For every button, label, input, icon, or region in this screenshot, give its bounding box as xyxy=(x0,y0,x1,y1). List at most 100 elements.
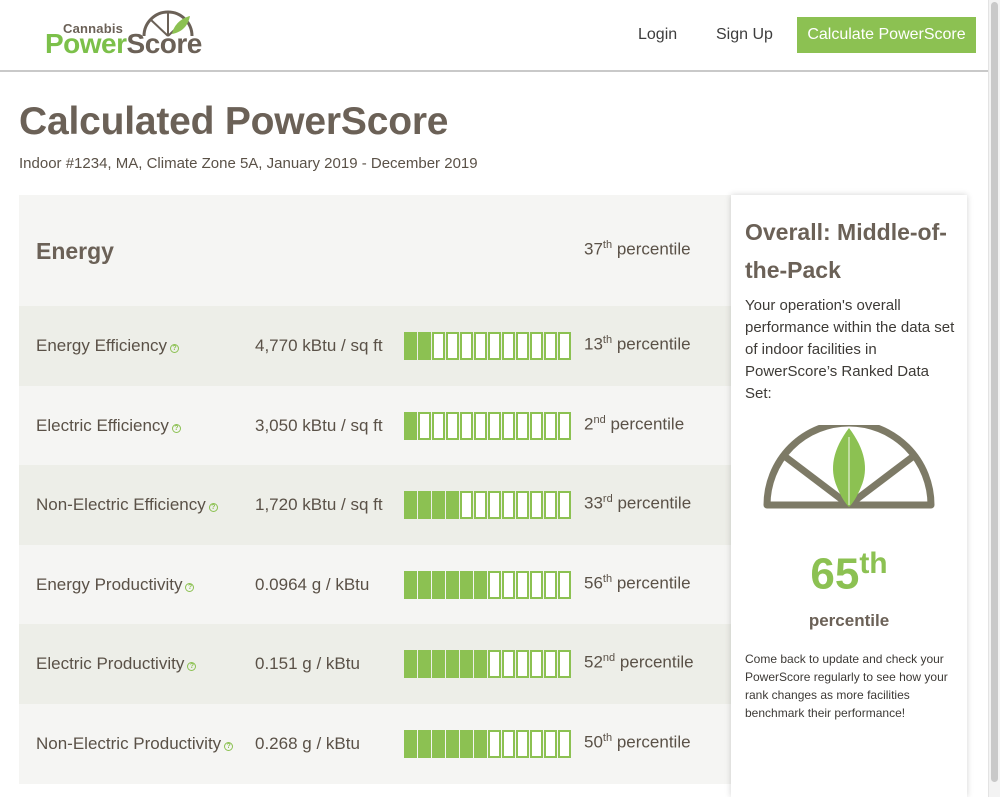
meter-cell xyxy=(418,332,431,360)
meter-cell xyxy=(516,332,529,360)
metric-label: Electric Efficiency? xyxy=(36,416,181,436)
metric-label-text: Energy Efficiency xyxy=(36,336,168,355)
meter-cell xyxy=(530,650,543,678)
help-icon[interactable]: ? xyxy=(187,662,197,671)
meter-cell xyxy=(530,412,543,440)
metric-label-text: Electric Productivity xyxy=(36,654,185,673)
energy-header-row: Energy 37th percentile xyxy=(19,195,731,306)
meter-cell xyxy=(404,332,417,360)
meter-cell xyxy=(446,650,459,678)
meter-cell xyxy=(558,412,571,440)
page-scrollbar[interactable] xyxy=(988,0,1000,797)
meter-cell xyxy=(446,730,459,758)
meter-cell xyxy=(544,491,557,519)
meter-cell xyxy=(404,491,417,519)
meter-cell xyxy=(432,491,445,519)
metric-value: 0.0964 g / kBtu xyxy=(255,575,370,594)
meter-cell xyxy=(460,650,473,678)
meter-cell xyxy=(404,730,417,758)
logo-powerscore-text: PowerScore xyxy=(45,28,202,59)
energy-percentile: 37th percentile xyxy=(584,239,691,259)
meter-cell xyxy=(488,650,501,678)
meter-cell xyxy=(558,491,571,519)
meter-cell xyxy=(558,730,571,758)
signup-link[interactable]: Sign Up xyxy=(716,26,773,44)
overall-footer-text: Come back to update and check your Power… xyxy=(745,652,948,720)
percentile-meter xyxy=(404,730,572,758)
calculate-powerscore-button[interactable]: Calculate PowerScore xyxy=(797,17,976,53)
percentile-meter xyxy=(404,491,572,519)
percentile-meter xyxy=(404,650,572,678)
metric-percentile: 2nd percentile xyxy=(584,414,685,434)
meter-cell xyxy=(460,730,473,758)
meter-cell xyxy=(488,730,501,758)
meter-cell xyxy=(544,412,557,440)
meter-cell xyxy=(488,571,501,599)
meter-cell xyxy=(404,571,417,599)
meter-cell xyxy=(418,571,431,599)
meter-cell xyxy=(474,412,487,440)
energy-section-title: Energy xyxy=(36,238,114,264)
meter-cell xyxy=(502,730,515,758)
meter-cell xyxy=(418,412,431,440)
meter-cell xyxy=(502,650,515,678)
metric-label-text: Energy Productivity xyxy=(36,575,183,594)
meter-cell xyxy=(502,571,515,599)
meter-cell xyxy=(460,571,473,599)
page-title: Calculated PowerScore xyxy=(19,100,449,143)
meter-cell xyxy=(530,332,543,360)
metric-label-text: Electric Efficiency xyxy=(36,416,169,435)
meter-cell xyxy=(488,332,501,360)
meter-cell xyxy=(474,571,487,599)
overall-score: 65th xyxy=(810,547,888,599)
meter-cell xyxy=(432,412,445,440)
metric-label: Non-Electric Efficiency? xyxy=(36,495,218,515)
meter-cell xyxy=(446,491,459,519)
overall-score-card: Overall: Middle-of-the-Pack Your operati… xyxy=(731,195,967,797)
metric-value: 0.151 g / kBtu xyxy=(255,654,360,673)
help-icon[interactable]: ? xyxy=(224,742,234,751)
help-icon[interactable]: ? xyxy=(171,424,181,433)
help-icon[interactable]: ? xyxy=(170,344,180,353)
metric-value: 0.268 g / kBtu xyxy=(255,734,360,753)
metric-row: Energy Productivity? 0.0964 g / kBtu 56th … xyxy=(19,545,731,625)
help-icon[interactable]: ? xyxy=(208,503,218,512)
help-icon[interactable]: ? xyxy=(185,583,195,592)
overall-score-label: percentile xyxy=(808,611,890,630)
meter-cell xyxy=(516,491,529,519)
metric-label-text: Non-Electric Efficiency xyxy=(36,495,206,514)
meter-cell xyxy=(488,412,501,440)
meter-cell xyxy=(404,412,417,440)
meter-cell xyxy=(432,730,445,758)
meter-cell xyxy=(544,650,557,678)
meter-cell xyxy=(544,571,557,599)
meter-cell xyxy=(460,491,473,519)
percentile-meter xyxy=(404,332,572,360)
metric-row: Electric Productivity? 0.151 g / kBtu 52nd… xyxy=(19,624,731,704)
percentile-meter xyxy=(404,412,572,440)
metric-value: 1,720 kBtu / sq ft xyxy=(255,495,383,514)
percentile-meter xyxy=(404,571,572,599)
overall-description: Your operation's overall performance wit… xyxy=(745,297,955,402)
meter-cell xyxy=(502,491,515,519)
overall-title: Overall: Middle-of-the-Pack xyxy=(745,219,947,283)
page-subtitle: Indoor #1234, MA, Climate Zone 5A, Janua… xyxy=(19,155,478,172)
metric-row: Non-Electric Productivity? 0.268 g / kBtu… xyxy=(19,704,731,784)
metric-row: Energy Efficiency? 4,770 kBtu / sq ft 13th… xyxy=(19,306,731,386)
cannabis-powerscore-logo[interactable]: Cannabis PowerScore xyxy=(45,8,205,58)
metric-percentile: 56th percentile xyxy=(584,573,691,593)
meter-cell xyxy=(418,730,431,758)
meter-cell xyxy=(516,571,529,599)
meter-cell xyxy=(446,571,459,599)
metric-percentile: 33rd percentile xyxy=(584,493,692,513)
meter-cell xyxy=(404,650,417,678)
site-header: Cannabis PowerScore Login Sign Up Calcul… xyxy=(0,0,988,72)
metric-label-text: Non-Electric Productivity xyxy=(36,734,222,753)
meter-cell xyxy=(460,332,473,360)
meter-cell xyxy=(432,650,445,678)
scrollbar-thumb[interactable] xyxy=(991,2,998,782)
meter-cell xyxy=(446,412,459,440)
metric-percentile: 50th percentile xyxy=(584,732,691,752)
meter-cell xyxy=(446,332,459,360)
login-link[interactable]: Login xyxy=(638,26,677,44)
